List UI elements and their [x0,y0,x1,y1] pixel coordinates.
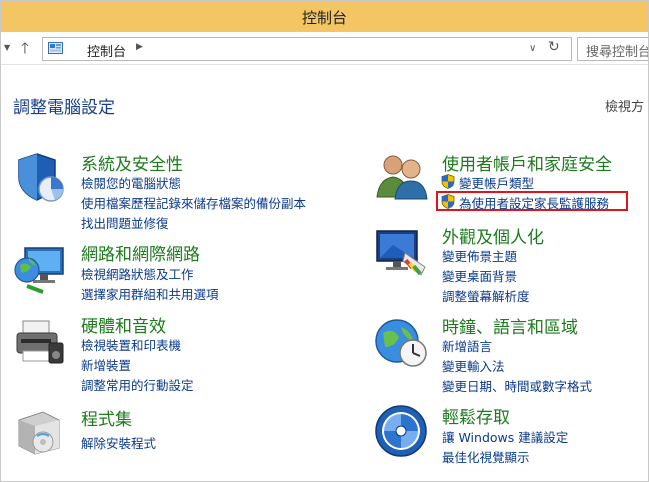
category-clock-language-region: 時鐘、語言和區域 新增語言 變更輸入法 變更日期、時間或數字格式 [442,313,642,395]
category-link[interactable]: 變更輸入法 [442,356,505,375]
category-link[interactable]: 變更日期、時間或數字格式 [442,376,592,395]
category-link[interactable]: 解除安裝程式 [81,433,156,452]
address-dropdown-icon[interactable]: ∨ [529,43,536,54]
category-link[interactable]: 檢視網路狀態及工作 [81,264,194,283]
hardware-sound-icon[interactable] [13,317,67,367]
recent-locations-dropdown-icon[interactable]: ▼ [4,43,10,52]
control-panel-window: 控制台 ▼ 🡑 控制台 ▶ ∨ ↻ 搜尋控制台 調整電腦設定 檢視方 系統及安全… [0,0,649,482]
uac-shield-icon [441,174,455,189]
user-accounts-icon[interactable] [373,151,429,201]
clock-language-region-icon[interactable] [373,317,429,369]
refresh-icon[interactable]: ↻ [548,39,560,55]
category-link[interactable]: 檢閱您的電腦狀態 [81,173,181,192]
programs-icon[interactable] [13,404,65,456]
category-link[interactable]: 變更佈景主題 [442,246,517,265]
category-network-internet: 網路和網際網路 檢視網路狀態及工作 選擇家用群組和共用選項 [81,240,341,303]
page-heading: 調整電腦設定 [13,98,115,118]
category-appearance: 外觀及個人化 變更佈景主題 變更桌面背景 調整螢幕解析度 [442,223,642,305]
category-title[interactable]: 輕鬆存取 [442,403,510,428]
category-title[interactable]: 時鐘、語言和區域 [442,313,578,338]
category-title[interactable]: 使用者帳戶和家庭安全 [442,150,612,175]
category-title[interactable]: 系統及安全性 [81,150,183,175]
category-link[interactable]: 變更帳戶類型 [459,173,534,192]
search-placeholder: 搜尋控制台 [586,45,649,60]
title-bar[interactable]: 控制台 [1,1,648,32]
appearance-personalization-icon[interactable] [373,227,429,279]
category-hardware-sound: 硬體和音效 檢視裝置和印表機 新增裝置 調整常用的行動設定 [81,312,341,394]
address-box[interactable]: 控制台 ▶ ∨ ↻ [42,37,572,61]
category-programs: 程式集 解除安裝程式 [81,405,341,455]
category-link[interactable]: 讓 Windows 建議設定 [442,427,568,446]
category-link[interactable]: 最佳化視覺顯示 [442,447,530,466]
category-link[interactable]: 變更桌面背景 [442,266,517,285]
up-arrow-icon[interactable]: 🡑 [21,38,29,63]
system-security-icon[interactable] [13,151,65,203]
category-link[interactable]: 新增語言 [442,336,492,355]
ease-of-access-icon[interactable] [373,404,429,458]
breadcrumb-separator-icon[interactable]: ▶ [136,42,143,52]
control-panel-icon [48,42,63,54]
category-title[interactable]: 外觀及個人化 [442,223,544,248]
category-link[interactable]: 調整常用的行動設定 [81,375,194,394]
highlight-box [436,191,628,211]
category-ease-of-access: 輕鬆存取 讓 Windows 建議設定 最佳化視覺顯示 [442,403,642,466]
breadcrumb-control-panel[interactable]: 控制台 [87,41,126,60]
category-link[interactable]: 新增裝置 [81,355,131,374]
category-link[interactable]: 檢視裝置和印表機 [81,335,181,354]
category-title[interactable]: 網路和網際網路 [81,240,200,265]
network-internet-icon[interactable] [13,244,67,294]
category-title[interactable]: 硬體和音效 [81,312,166,337]
category-link[interactable]: 使用檔案歷程記錄來儲存檔案的備份副本 [81,193,306,212]
window-title: 控制台 [301,9,347,27]
address-bar: ▼ 🡑 控制台 ▶ ∨ ↻ 搜尋控制台 [1,32,648,65]
category-system-security: 系統及安全性 檢閱您的電腦狀態 使用檔案歷程記錄來儲存檔案的備份副本 找出問題並… [81,150,341,232]
category-link[interactable]: 調整螢幕解析度 [442,286,530,305]
category-title[interactable]: 程式集 [81,405,132,430]
category-link[interactable]: 找出問題並修復 [81,213,169,232]
category-link[interactable]: 選擇家用群組和共用選項 [81,284,219,303]
view-by-label[interactable]: 檢視方 [605,96,644,115]
search-box[interactable]: 搜尋控制台 [577,37,649,61]
